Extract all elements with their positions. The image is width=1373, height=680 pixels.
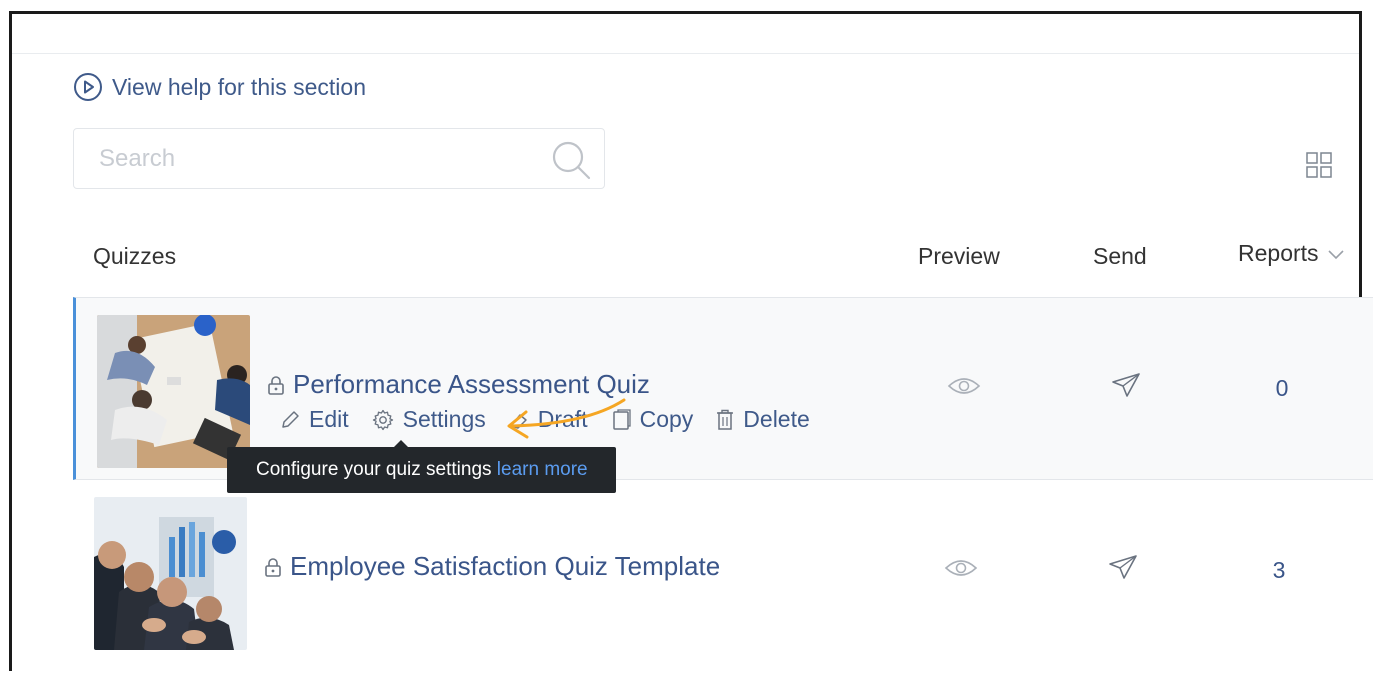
report-count[interactable]: 3: [1269, 557, 1289, 584]
settings-tooltip: Configure your quiz settings learn more: [227, 440, 616, 493]
quiz-title: Performance Assessment Quiz: [293, 369, 650, 399]
app-frame: View help for this section Quizzes Previ…: [9, 11, 1373, 680]
delete-button[interactable]: Delete: [715, 406, 810, 433]
eraser-icon: [510, 413, 527, 429]
quiz-thumbnail[interactable]: [97, 315, 250, 468]
edit-label: Edit: [309, 406, 349, 432]
quiz-title-link[interactable]: Performance Assessment Quiz: [266, 369, 650, 400]
trash-icon: [717, 409, 734, 430]
quiz-title: Employee Satisfaction Quiz Template: [290, 551, 721, 581]
copy-icon: [612, 408, 631, 430]
view-help-link[interactable]: View help for this section: [73, 72, 366, 102]
eye-icon[interactable]: [947, 375, 981, 397]
header-quizzes: Quizzes: [93, 243, 177, 269]
header-preview: Preview: [918, 243, 1000, 269]
lock-icon: [265, 557, 281, 577]
play-circle-icon: [74, 73, 102, 101]
quiz-actions: Edit Settings Draft Copy Delete: [279, 406, 832, 433]
header-reports-label: Reports: [1238, 240, 1319, 266]
table-row: Employee Satisfaction Quiz Template 3: [73, 480, 1373, 680]
paper-plane-icon[interactable]: [1108, 554, 1138, 580]
quiz-thumbnail[interactable]: [94, 497, 247, 650]
header-reports-sort[interactable]: Reports: [1238, 240, 1345, 267]
eye-icon[interactable]: [944, 557, 978, 579]
lock-icon: [268, 375, 284, 395]
learn-more-link[interactable]: learn more: [497, 459, 588, 480]
delete-label: Delete: [743, 406, 810, 432]
pencil-icon: [282, 410, 299, 428]
grid-view-icon[interactable]: [1306, 152, 1332, 178]
header-send: Send: [1093, 243, 1147, 269]
draft-label: Draft: [537, 406, 588, 432]
view-help-label: View help for this section: [112, 73, 366, 100]
copy-label: Copy: [639, 406, 694, 432]
settings-button[interactable]: Settings: [371, 406, 486, 433]
settings-label: Settings: [402, 406, 486, 432]
tooltip-caret: [394, 440, 408, 447]
paper-plane-icon[interactable]: [1111, 372, 1141, 398]
quiz-title-link[interactable]: Employee Satisfaction Quiz Template: [263, 551, 720, 582]
top-bar: [12, 14, 1359, 54]
report-count[interactable]: 0: [1272, 375, 1292, 402]
search-icon[interactable]: [550, 139, 592, 181]
team-celebration-image: [94, 497, 247, 650]
search-input[interactable]: [74, 129, 559, 188]
chevron-down-icon: [1327, 249, 1344, 259]
office-meeting-image: [97, 315, 250, 468]
draft-button[interactable]: Draft: [508, 406, 588, 433]
copy-button[interactable]: Copy: [610, 406, 694, 433]
search-box: [73, 128, 605, 189]
gear-icon: [372, 409, 393, 430]
edit-button[interactable]: Edit: [279, 406, 349, 433]
tooltip-text: Configure your quiz settings: [256, 459, 497, 480]
